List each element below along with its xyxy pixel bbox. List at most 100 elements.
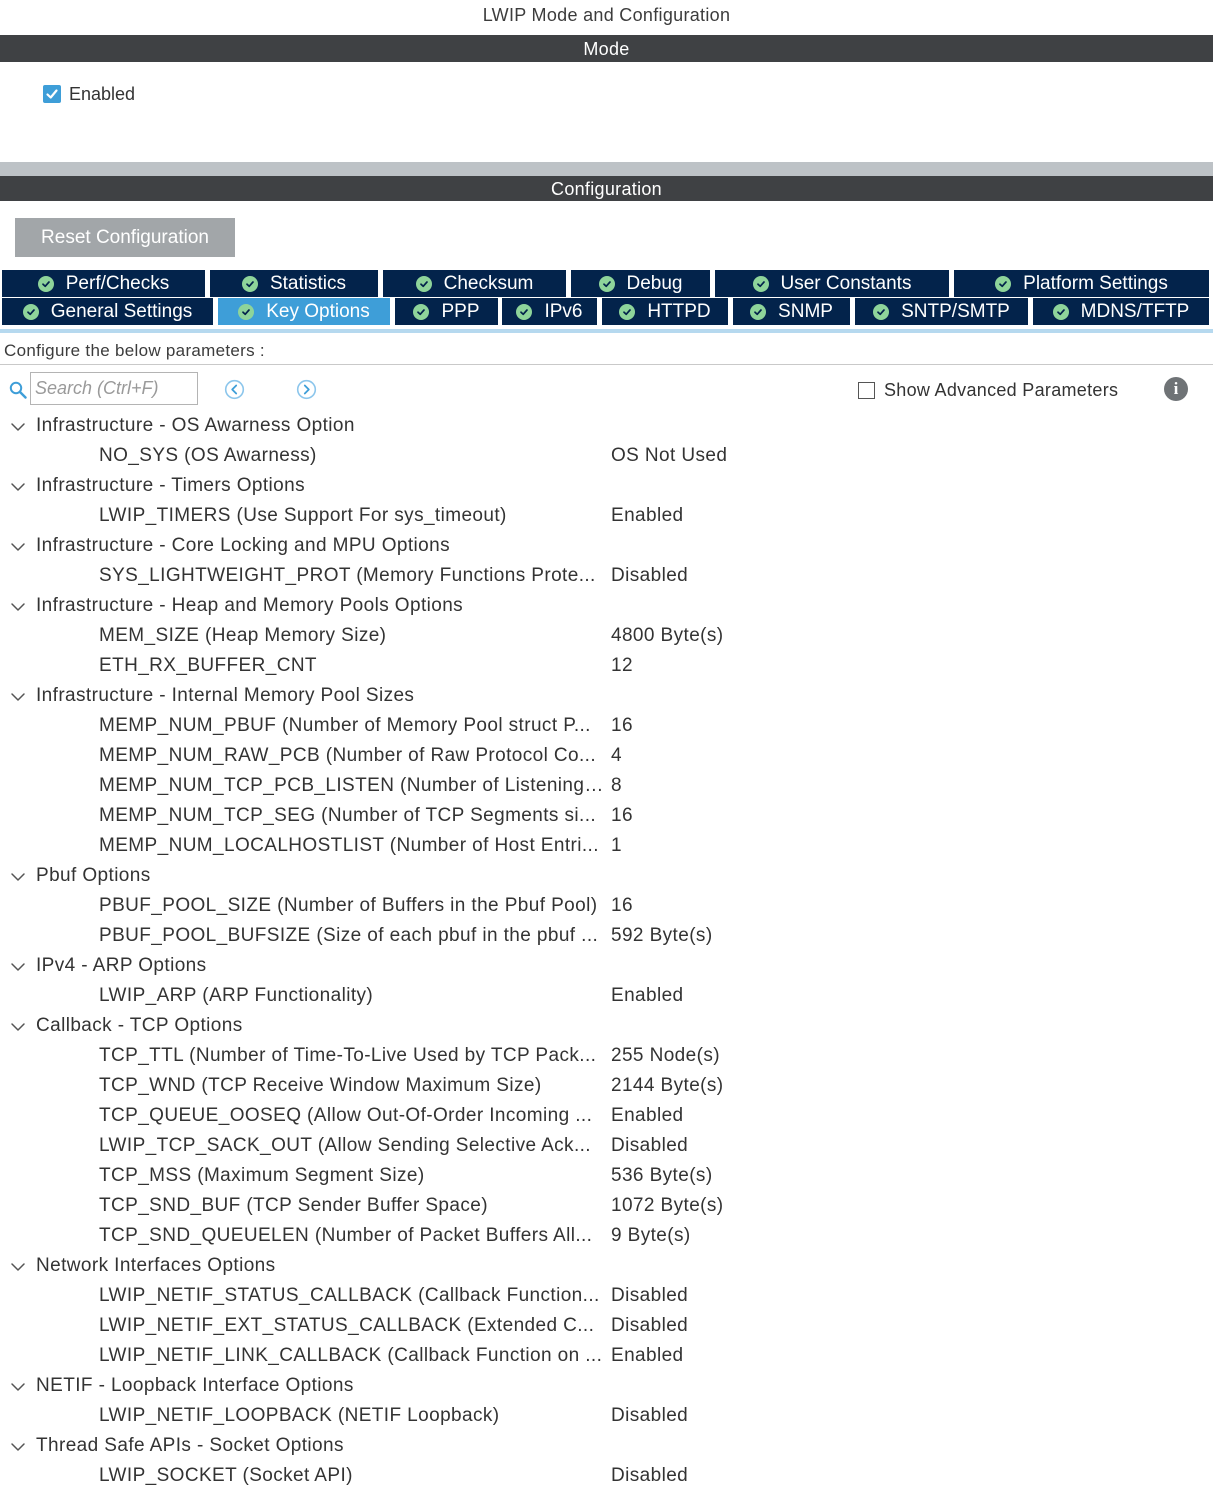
- chevron-down-icon[interactable]: [10, 482, 26, 492]
- parameter-value[interactable]: Disabled: [611, 1285, 688, 1307]
- group-row[interactable]: Network Interfaces Options: [0, 1252, 1213, 1282]
- parameter-value[interactable]: 592 Byte(s): [611, 925, 713, 947]
- tab-user-constants[interactable]: User Constants: [715, 270, 951, 297]
- parameter-value[interactable]: Enabled: [611, 1345, 684, 1367]
- parameter-row[interactable]: LWIP_NETIF_STATUS_CALLBACK (Callback Fun…: [0, 1282, 1213, 1312]
- group-row[interactable]: Infrastructure - OS Awarness Option: [0, 412, 1213, 442]
- parameter-value[interactable]: 1: [611, 835, 622, 857]
- parameter-value[interactable]: 2144 Byte(s): [611, 1075, 724, 1097]
- parameter-row[interactable]: SYS_LIGHTWEIGHT_PROT (Memory Functions P…: [0, 562, 1213, 592]
- parameter-value[interactable]: 536 Byte(s): [611, 1165, 713, 1187]
- parameter-row[interactable]: LWIP_ARP (ARP Functionality) Enabled: [0, 982, 1213, 1012]
- chevron-down-icon[interactable]: [10, 872, 26, 882]
- tab-ipv6[interactable]: IPv6: [502, 298, 599, 325]
- parameter-value[interactable]: Disabled: [611, 565, 688, 587]
- tab-snmp[interactable]: SNMP: [733, 298, 852, 325]
- tab-label: PPP: [441, 300, 480, 322]
- parameter-value[interactable]: 8: [611, 775, 622, 797]
- parameter-row[interactable]: ETH_RX_BUFFER_CNT 12: [0, 652, 1213, 682]
- parameter-value[interactable]: 16: [611, 715, 633, 737]
- group-row[interactable]: Infrastructure - Timers Options: [0, 472, 1213, 502]
- previous-result-icon[interactable]: [224, 379, 245, 400]
- parameter-value[interactable]: Disabled: [611, 1135, 688, 1157]
- search-icon[interactable]: [9, 381, 27, 399]
- checkbox-unchecked-icon[interactable]: [858, 382, 875, 399]
- parameter-value[interactable]: OS Not Used: [611, 445, 727, 467]
- parameter-row[interactable]: MEM_SIZE (Heap Memory Size) 4800 Byte(s): [0, 622, 1213, 652]
- parameter-row[interactable]: MEMP_NUM_RAW_PCB (Number of Raw Protocol…: [0, 742, 1213, 772]
- parameter-row[interactable]: LWIP_TIMERS (Use Support For sys_timeout…: [0, 502, 1213, 532]
- chevron-down-icon[interactable]: [10, 962, 26, 972]
- tab-httpd[interactable]: HTTPD: [602, 298, 730, 325]
- group-row[interactable]: IPv4 - ARP Options: [0, 952, 1213, 982]
- parameter-value[interactable]: Disabled: [611, 1315, 688, 1337]
- parameter-value[interactable]: 1072 Byte(s): [611, 1195, 724, 1217]
- parameter-value[interactable]: 12: [611, 655, 633, 677]
- parameter-value[interactable]: 9 Byte(s): [611, 1225, 691, 1247]
- chevron-down-icon[interactable]: [10, 1442, 26, 1452]
- parameter-row[interactable]: LWIP_NETIF_EXT_STATUS_CALLBACK (Extended…: [0, 1312, 1213, 1342]
- parameter-row[interactable]: LWIP_NETIF_LOOPBACK (NETIF Loopback) Disa…: [0, 1402, 1213, 1432]
- reset-configuration-button[interactable]: Reset Configuration: [15, 218, 235, 257]
- parameter-value[interactable]: 16: [611, 805, 633, 827]
- parameter-name: TCP_QUEUE_OOSEQ (Allow Out-Of-Order Inco…: [99, 1105, 593, 1126]
- parameter-value[interactable]: Disabled: [611, 1405, 688, 1427]
- parameter-value[interactable]: 16: [611, 895, 633, 917]
- parameter-row[interactable]: MEMP_NUM_TCP_SEG (Number of TCP Segments…: [0, 802, 1213, 832]
- parameter-row[interactable]: LWIP_TCP_SACK_OUT (Allow Sending Selecti…: [0, 1132, 1213, 1162]
- parameter-row[interactable]: NO_SYS (OS Awarness) OS Not Used: [0, 442, 1213, 472]
- parameter-value[interactable]: 4: [611, 745, 622, 767]
- tab-key-options[interactable]: Key Options: [218, 298, 392, 325]
- mode-enabled-checkbox[interactable]: Enabled: [43, 84, 135, 104]
- chevron-down-icon[interactable]: [10, 1262, 26, 1272]
- tab-bar-row-2: General Settings Key Options PPP IPv6 HTTPD S…: [0, 298, 1213, 326]
- parameter-value[interactable]: Enabled: [611, 985, 684, 1007]
- chevron-down-icon[interactable]: [10, 692, 26, 702]
- parameter-row[interactable]: TCP_QUEUE_OOSEQ (Allow Out-Of-Order Inco…: [0, 1102, 1213, 1132]
- tab-label: MDNS/TFTP: [1080, 300, 1190, 322]
- group-row[interactable]: NETIF - Loopback Interface Options: [0, 1372, 1213, 1402]
- group-row[interactable]: Infrastructure - Heap and Memory Pools O…: [0, 592, 1213, 622]
- tab-platform-settings[interactable]: Platform Settings: [954, 270, 1211, 297]
- parameter-value[interactable]: 4800 Byte(s): [611, 625, 724, 647]
- parameter-row[interactable]: MEMP_NUM_PBUF (Number of Memory Pool str…: [0, 712, 1213, 742]
- parameter-value[interactable]: Enabled: [611, 505, 684, 527]
- parameter-value[interactable]: Enabled: [611, 1105, 684, 1127]
- group-row[interactable]: Infrastructure - Core Locking and MPU Op…: [0, 532, 1213, 562]
- parameter-row[interactable]: TCP_SND_BUF (TCP Sender Buffer Space) 107…: [0, 1192, 1213, 1222]
- tab-statistics[interactable]: Statistics: [210, 270, 380, 297]
- tab-debug[interactable]: Debug: [571, 270, 712, 297]
- parameter-row[interactable]: TCP_WND (TCP Receive Window Maximum Size…: [0, 1072, 1213, 1102]
- tab-perf-checks[interactable]: Perf/Checks: [2, 270, 207, 297]
- info-icon[interactable]: i: [1164, 377, 1188, 401]
- parameter-row[interactable]: MEMP_NUM_TCP_PCB_LISTEN (Number of Liste…: [0, 772, 1213, 802]
- chevron-down-icon[interactable]: [10, 602, 26, 612]
- chevron-down-icon[interactable]: [10, 422, 26, 432]
- chevron-down-icon[interactable]: [10, 1382, 26, 1392]
- parameter-row[interactable]: TCP_MSS (Maximum Segment Size) 536 Byte(s…: [0, 1162, 1213, 1192]
- tab-mdns-tftp[interactable]: MDNS/TFTP: [1033, 298, 1211, 325]
- chevron-down-icon[interactable]: [10, 542, 26, 552]
- parameter-row[interactable]: MEMP_NUM_LOCALHOSTLIST (Number of Host E…: [0, 832, 1213, 862]
- parameter-row[interactable]: PBUF_POOL_SIZE (Number of Buffers in the…: [0, 892, 1213, 922]
- parameter-row[interactable]: LWIP_SOCKET (Socket API) Disabled: [0, 1462, 1213, 1492]
- group-row[interactable]: Thread Safe APIs - Socket Options: [0, 1432, 1213, 1462]
- tab-ppp[interactable]: PPP: [395, 298, 500, 325]
- group-row[interactable]: Pbuf Options: [0, 862, 1213, 892]
- search-input[interactable]: [30, 372, 198, 405]
- tab-sntp-smtp[interactable]: SNTP/SMTP: [855, 298, 1030, 325]
- next-result-icon[interactable]: [296, 379, 317, 400]
- group-row[interactable]: Callback - TCP Options: [0, 1012, 1213, 1042]
- checkbox-checked-icon[interactable]: [43, 85, 61, 103]
- chevron-down-icon[interactable]: [10, 1022, 26, 1032]
- group-row[interactable]: Infrastructure - Internal Memory Pool Si…: [0, 682, 1213, 712]
- parameter-row[interactable]: TCP_TTL (Number of Time-To-Live Used by …: [0, 1042, 1213, 1072]
- parameter-row[interactable]: TCP_SND_QUEUELEN (Number of Packet Buffe…: [0, 1222, 1213, 1252]
- tab-checksum[interactable]: Checksum: [383, 270, 568, 297]
- show-advanced-parameters-checkbox[interactable]: Show Advanced Parameters: [858, 380, 1118, 401]
- parameter-row[interactable]: LWIP_NETIF_LINK_CALLBACK (Callback Funct…: [0, 1342, 1213, 1372]
- tab-general-settings[interactable]: General Settings: [2, 298, 215, 325]
- parameter-value[interactable]: Disabled: [611, 1465, 688, 1487]
- parameter-row[interactable]: PBUF_POOL_BUFSIZE (Size of each pbuf in …: [0, 922, 1213, 952]
- parameter-value[interactable]: 255 Node(s): [611, 1045, 720, 1067]
